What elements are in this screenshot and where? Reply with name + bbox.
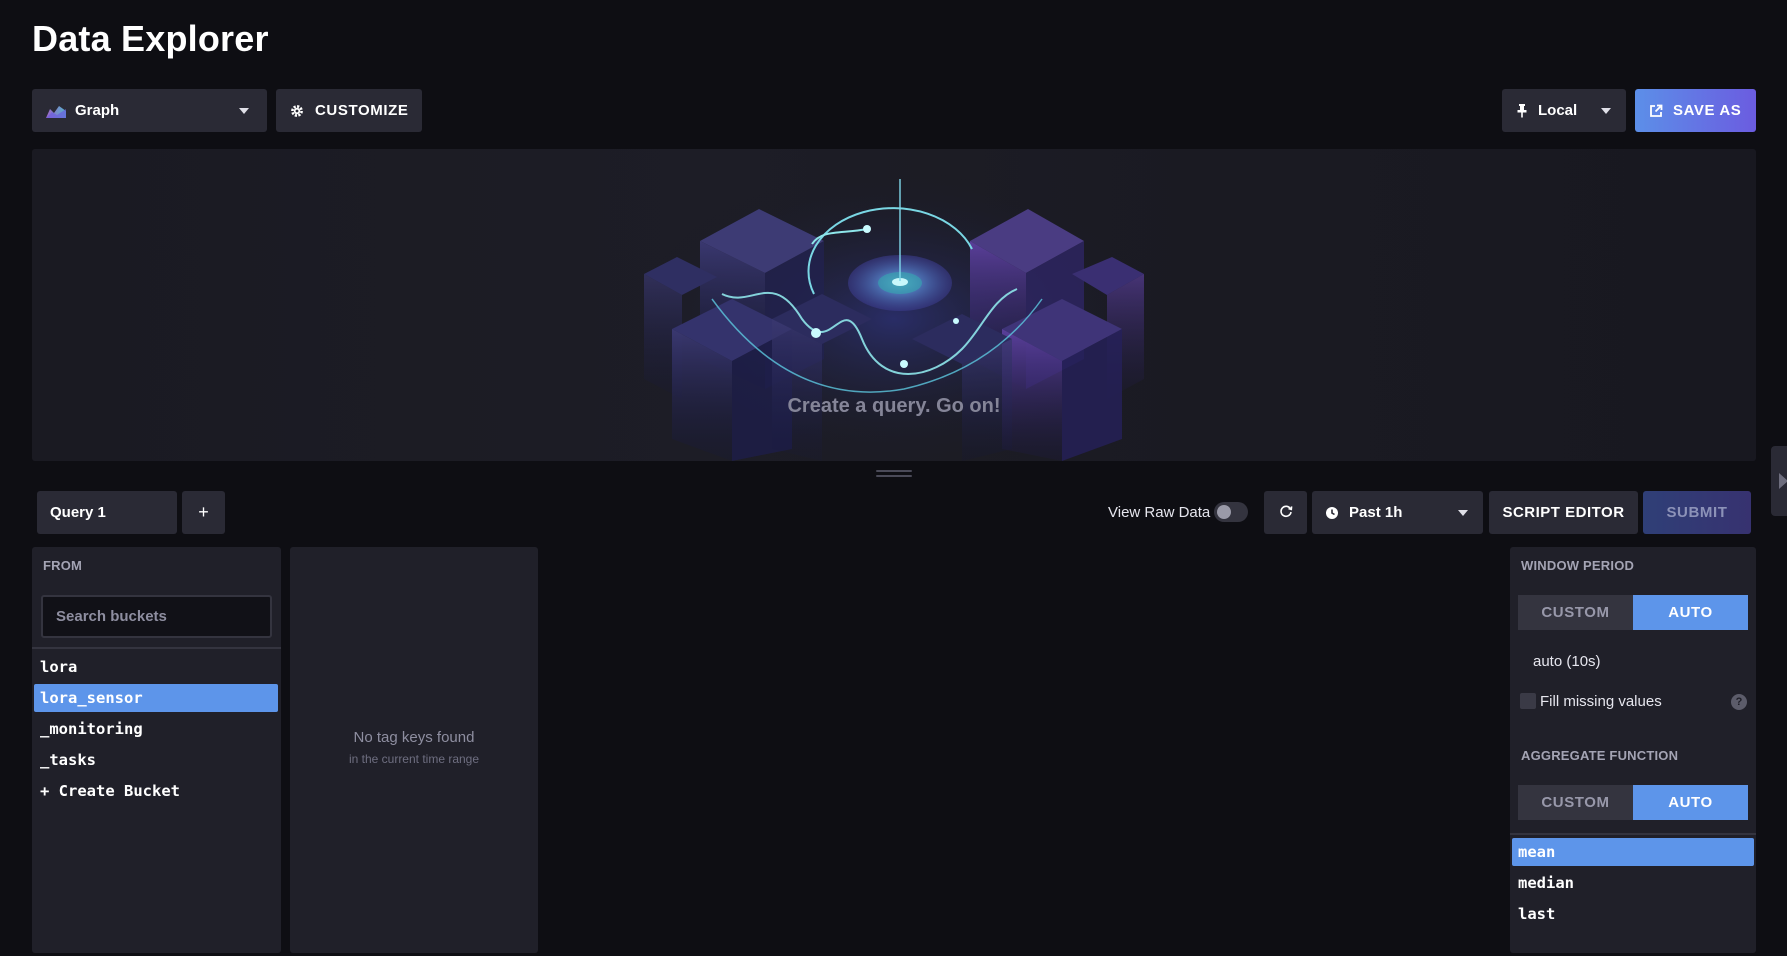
script-editor-label: SCRIPT EDITOR xyxy=(1502,504,1625,521)
window-custom-label: CUSTOM xyxy=(1541,604,1610,621)
tab-query-1[interactable]: Query 1 xyxy=(37,491,177,534)
from-panel: FROM Search buckets lora lora_sensor _mo… xyxy=(32,547,281,953)
save-as-label: SAVE AS xyxy=(1673,102,1742,119)
resize-handle[interactable] xyxy=(876,470,912,478)
no-tag-keys-subtitle: in the current time range xyxy=(348,752,480,766)
export-icon xyxy=(1649,104,1663,118)
tag-keys-panel: No tag keys found in the current time ra… xyxy=(290,547,538,953)
divider xyxy=(32,647,281,649)
timezone-label: Local xyxy=(1538,102,1578,119)
bucket-label: lora xyxy=(40,658,78,676)
bucket-label: _tasks xyxy=(40,751,96,769)
bucket-item-lora-sensor[interactable]: lora_sensor xyxy=(34,684,278,712)
function-item-mean[interactable]: mean xyxy=(1512,838,1754,866)
save-as-button[interactable]: SAVE AS xyxy=(1635,89,1756,132)
chevron-down-icon xyxy=(1601,108,1611,114)
help-icon[interactable]: ? xyxy=(1731,694,1747,710)
empty-state-message: Create a query. Go on! xyxy=(787,395,1001,417)
submit-label: SUBMIT xyxy=(1666,504,1728,521)
time-range-label: Past 1h xyxy=(1349,504,1403,521)
script-editor-button[interactable]: SCRIPT EDITOR xyxy=(1489,491,1638,534)
view-raw-data-label: View Raw Data xyxy=(1108,504,1211,521)
aggregate-auto-label: AUTO xyxy=(1668,794,1713,811)
search-placeholder: Search buckets xyxy=(56,608,167,625)
window-period-toggle: CUSTOM AUTO xyxy=(1518,595,1748,630)
vis-type-label: Graph xyxy=(75,102,120,119)
aggregate-custom-label: CUSTOM xyxy=(1541,794,1610,811)
fill-missing-checkbox[interactable] xyxy=(1520,693,1536,709)
function-label: last xyxy=(1518,905,1556,923)
from-label: FROM xyxy=(43,558,83,573)
aggregate-function-list: mean median last xyxy=(1512,838,1754,928)
aggregate-custom-button[interactable]: CUSTOM xyxy=(1518,785,1633,820)
clock-icon xyxy=(1325,506,1339,520)
bucket-label: lora_sensor xyxy=(40,689,143,707)
add-query-button[interactable]: + xyxy=(182,491,225,534)
chevron-down-icon xyxy=(239,108,249,114)
pin-icon xyxy=(1516,103,1528,118)
fill-missing-label: Fill missing values xyxy=(1540,693,1662,710)
window-custom-button[interactable]: CUSTOM xyxy=(1518,595,1633,630)
graph-empty-state: Create a query. Go on! xyxy=(32,149,1756,461)
divider xyxy=(1510,833,1756,835)
customize-label: CUSTOMIZE xyxy=(315,102,409,119)
function-label: median xyxy=(1518,874,1574,892)
aggregate-toggle: CUSTOM AUTO xyxy=(1518,785,1748,820)
refresh-button[interactable] xyxy=(1264,491,1307,534)
view-raw-data-toggle[interactable] xyxy=(1214,502,1248,522)
customize-button[interactable]: CUSTOMIZE xyxy=(276,89,422,132)
page-title: Data Explorer xyxy=(32,18,269,59)
create-bucket-label: + Create Bucket xyxy=(40,782,180,800)
time-range-dropdown[interactable]: Past 1h xyxy=(1312,491,1483,534)
side-drawer-tab[interactable] xyxy=(1771,446,1787,516)
function-item-last[interactable]: last xyxy=(1512,900,1754,928)
window-period-label: WINDOW PERIOD xyxy=(1521,558,1635,573)
window-auto-label: AUTO xyxy=(1668,604,1713,621)
create-bucket-link[interactable]: + Create Bucket xyxy=(34,777,278,805)
query-tab-label: Query 1 xyxy=(50,504,106,521)
vis-type-dropdown[interactable]: Graph xyxy=(32,89,267,132)
add-icon: + xyxy=(198,502,209,522)
no-tag-keys-title: No tag keys found xyxy=(353,729,475,746)
bucket-list: lora lora_sensor _monitoring _tasks + Cr… xyxy=(34,653,278,805)
chevron-down-icon xyxy=(1458,510,1468,516)
gear-icon xyxy=(290,104,304,118)
refresh-icon xyxy=(1279,504,1293,522)
aggregate-function-label: AGGREGATE FUNCTION xyxy=(1521,748,1679,763)
function-label: mean xyxy=(1518,843,1556,861)
bucket-item-tasks[interactable]: _tasks xyxy=(34,746,278,774)
timezone-dropdown[interactable]: Local xyxy=(1502,89,1626,132)
window-period-value: auto (10s) xyxy=(1533,653,1601,670)
aggregate-auto-button[interactable]: AUTO xyxy=(1633,785,1748,820)
bucket-item-monitoring[interactable]: _monitoring xyxy=(34,715,278,743)
chevron-right-icon xyxy=(1779,473,1787,489)
bucket-item-lora[interactable]: lora xyxy=(34,653,278,681)
aggregate-panel: WINDOW PERIOD CUSTOM AUTO auto (10s) Fil… xyxy=(1510,547,1756,953)
bucket-search-input[interactable]: Search buckets xyxy=(41,595,272,638)
function-item-median[interactable]: median xyxy=(1512,869,1754,897)
submit-button[interactable]: SUBMIT xyxy=(1643,491,1751,534)
bucket-label: _monitoring xyxy=(40,720,143,738)
graph-icon xyxy=(45,103,67,119)
window-auto-button[interactable]: AUTO xyxy=(1633,595,1748,630)
